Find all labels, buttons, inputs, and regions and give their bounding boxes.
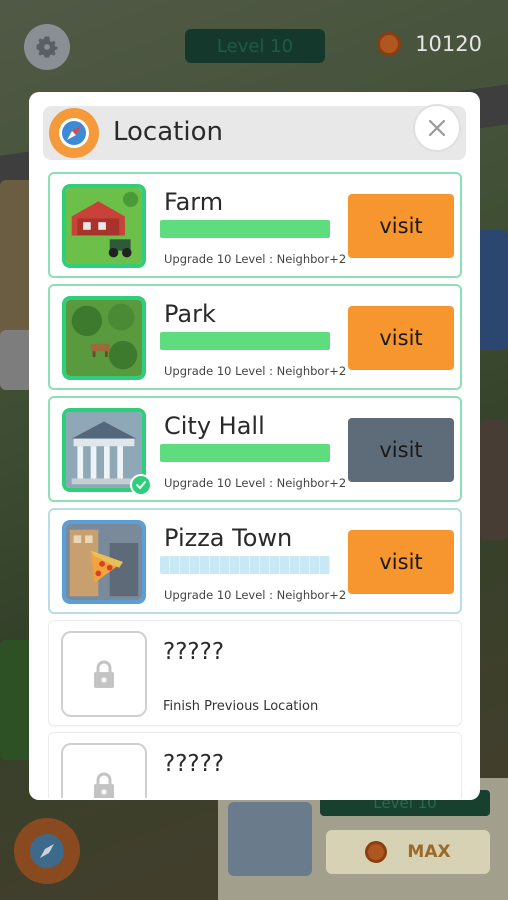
locked-thumbnail — [61, 743, 147, 798]
check-icon — [130, 474, 152, 496]
coin-counter: 10120 — [377, 32, 482, 56]
visit-button[interactable]: visit — [348, 194, 454, 258]
location-name: City Hall — [164, 412, 265, 440]
coin-icon — [365, 841, 388, 863]
location-item-farm: Farm Upgrade 10 Level : Neighbor+2 visit — [48, 172, 462, 278]
location-name: Farm — [164, 188, 224, 216]
location-requirement: Upgrade 10 Level : Neighbor+2 — [164, 364, 347, 378]
modal-title: Location — [113, 117, 223, 147]
park-thumbnail — [62, 296, 146, 380]
progress-bar — [160, 332, 330, 350]
compass-icon — [49, 108, 99, 158]
farm-thumbnail — [62, 184, 146, 268]
settings-button[interactable] — [24, 24, 70, 70]
location-item-locked: ????? — [48, 732, 462, 798]
coin-amount: 10120 — [415, 32, 482, 56]
lock-icon — [94, 660, 114, 688]
close-icon — [428, 119, 446, 137]
modal-header: Location — [43, 104, 466, 160]
location-requirement: Upgrade 10 Level : Neighbor+2 — [164, 252, 347, 266]
coin-icon — [377, 32, 402, 56]
location-item-city-hall: City Hall Upgrade 10 Level : Neighbor+2 … — [48, 396, 462, 502]
location-name: ????? — [163, 751, 225, 777]
visit-button[interactable]: visit — [348, 418, 454, 482]
location-requirement: Finish Previous Location — [163, 699, 319, 714]
location-name: Pizza Town — [164, 524, 293, 552]
visit-button[interactable]: visit — [348, 530, 454, 594]
location-name: ????? — [163, 639, 225, 665]
player-level-badge: Level 10 — [185, 29, 325, 63]
location-list[interactable]: Farm Upgrade 10 Level : Neighbor+2 visit… — [48, 172, 462, 798]
close-button[interactable] — [413, 104, 461, 152]
location-item-park: Park Upgrade 10 Level : Neighbor+2 visit — [48, 284, 462, 390]
max-button[interactable]: MAX — [326, 830, 490, 874]
location-item-pizza-town: Pizza Town Upgrade 10 Level : Neighbor+2… — [48, 508, 462, 614]
max-label: MAX — [407, 842, 451, 862]
building-thumbnail — [228, 802, 312, 876]
visit-button[interactable]: visit — [348, 306, 454, 370]
gear-icon — [36, 36, 58, 58]
compass-icon — [30, 834, 64, 868]
location-modal: Location Farm Upgrade 10 Level: Neighbo… — [29, 92, 480, 800]
location-menu-button[interactable] — [14, 818, 80, 884]
location-name: Park — [164, 300, 216, 328]
lock-icon — [94, 772, 114, 798]
progress-bar — [160, 444, 330, 462]
location-requirement: Upgrade 10 Level : Neighbor+2 — [164, 588, 347, 602]
progress-bar — [160, 556, 330, 574]
location-requirement: Upgrade 10 Level : Neighbor+2 — [164, 476, 347, 490]
locked-thumbnail — [61, 631, 147, 717]
location-item-locked: ????? Finish Previous Location — [48, 620, 462, 726]
progress-bar — [160, 220, 330, 238]
pizza-town-thumbnail — [62, 520, 146, 604]
